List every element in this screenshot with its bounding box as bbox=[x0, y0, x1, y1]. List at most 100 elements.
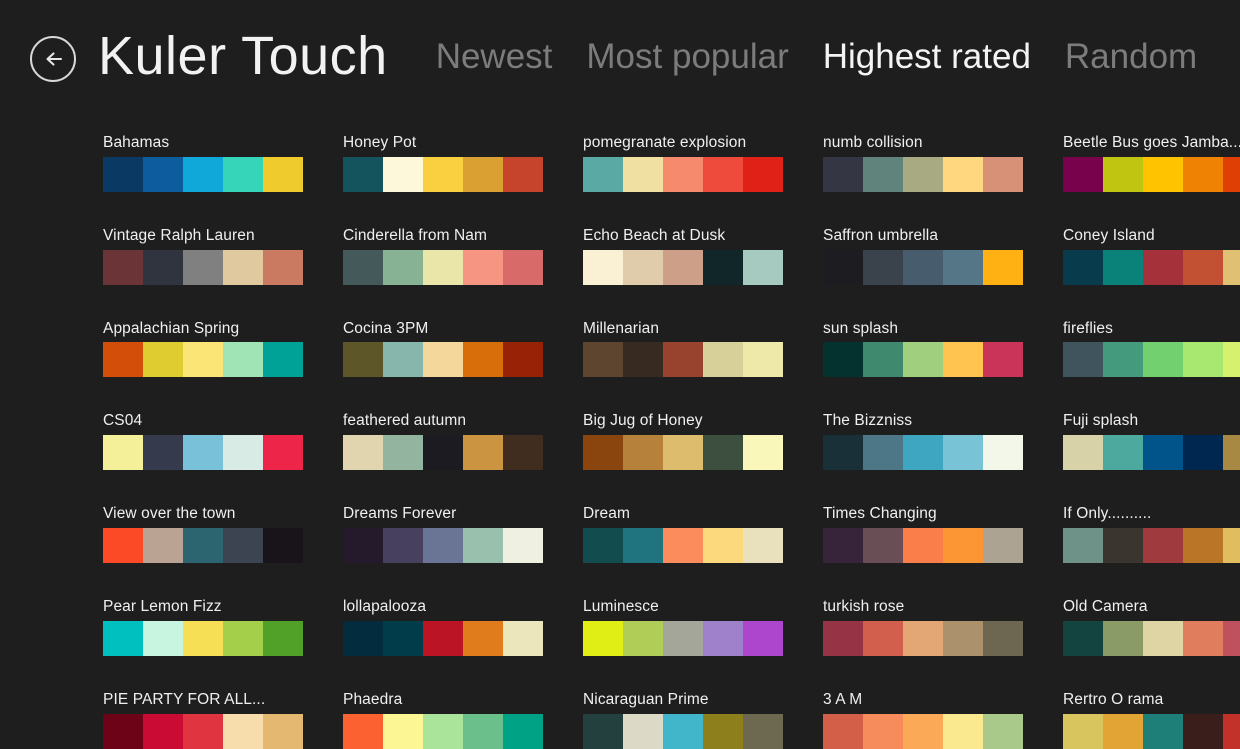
palette-swatch-strip[interactable] bbox=[1063, 156, 1240, 192]
color-swatch[interactable] bbox=[703, 249, 743, 285]
color-swatch[interactable] bbox=[343, 713, 383, 749]
color-swatch[interactable] bbox=[183, 249, 223, 285]
color-swatch[interactable] bbox=[623, 249, 663, 285]
palette-swatch-strip[interactable] bbox=[1063, 528, 1240, 564]
palette-swatch-strip[interactable] bbox=[583, 713, 783, 749]
palette-swatch-strip[interactable] bbox=[103, 713, 303, 749]
color-swatch[interactable] bbox=[223, 713, 263, 749]
color-swatch[interactable] bbox=[463, 342, 503, 378]
color-swatch[interactable] bbox=[743, 713, 783, 749]
color-swatch[interactable] bbox=[143, 620, 183, 656]
color-swatch[interactable] bbox=[383, 713, 423, 749]
color-swatch[interactable] bbox=[903, 620, 943, 656]
palette-swatch-strip[interactable] bbox=[103, 342, 303, 378]
color-swatch[interactable] bbox=[983, 249, 1023, 285]
color-swatch[interactable] bbox=[663, 342, 703, 378]
color-swatch[interactable] bbox=[863, 528, 903, 564]
color-swatch[interactable] bbox=[263, 713, 303, 749]
palette-card[interactable]: Saffron umbrella bbox=[823, 227, 1023, 285]
color-swatch[interactable] bbox=[343, 249, 383, 285]
color-swatch[interactable] bbox=[703, 528, 743, 564]
color-swatch[interactable] bbox=[623, 713, 663, 749]
palette-card[interactable]: Vintage Ralph Lauren bbox=[103, 227, 303, 285]
color-swatch[interactable] bbox=[1103, 620, 1143, 656]
color-swatch[interactable] bbox=[223, 435, 263, 471]
color-swatch[interactable] bbox=[223, 342, 263, 378]
color-swatch[interactable] bbox=[423, 156, 463, 192]
color-swatch[interactable] bbox=[1103, 713, 1143, 749]
color-swatch[interactable] bbox=[1143, 620, 1183, 656]
color-swatch[interactable] bbox=[903, 435, 943, 471]
color-swatch[interactable] bbox=[343, 156, 383, 192]
palette-swatch-strip[interactable] bbox=[583, 620, 783, 656]
palette-card[interactable]: Bahamas bbox=[103, 134, 303, 192]
color-swatch[interactable] bbox=[983, 620, 1023, 656]
palette-swatch-strip[interactable] bbox=[343, 156, 543, 192]
color-swatch[interactable] bbox=[183, 528, 223, 564]
palette-card[interactable]: pomegranate explosion bbox=[583, 134, 783, 192]
color-swatch[interactable] bbox=[663, 620, 703, 656]
color-swatch[interactable] bbox=[183, 342, 223, 378]
color-swatch[interactable] bbox=[1183, 249, 1223, 285]
palette-card[interactable]: Old Camera bbox=[1063, 598, 1240, 656]
color-swatch[interactable] bbox=[1143, 156, 1183, 192]
tab-random[interactable]: Random bbox=[1065, 39, 1197, 74]
palette-card[interactable]: Coney Island bbox=[1063, 227, 1240, 285]
color-swatch[interactable] bbox=[343, 342, 383, 378]
color-swatch[interactable] bbox=[583, 620, 623, 656]
color-swatch[interactable] bbox=[943, 342, 983, 378]
color-swatch[interactable] bbox=[1223, 528, 1240, 564]
color-swatch[interactable] bbox=[823, 156, 863, 192]
palette-swatch-strip[interactable] bbox=[823, 528, 1023, 564]
color-swatch[interactable] bbox=[383, 528, 423, 564]
color-swatch[interactable] bbox=[823, 528, 863, 564]
color-swatch[interactable] bbox=[423, 620, 463, 656]
color-swatch[interactable] bbox=[823, 435, 863, 471]
palette-card[interactable]: PIE PARTY FOR ALL... bbox=[103, 691, 303, 749]
color-swatch[interactable] bbox=[1063, 528, 1103, 564]
tab-newest[interactable]: Newest bbox=[436, 39, 553, 74]
color-swatch[interactable] bbox=[623, 342, 663, 378]
color-swatch[interactable] bbox=[1183, 435, 1223, 471]
palette-swatch-strip[interactable] bbox=[583, 435, 783, 471]
color-swatch[interactable] bbox=[1183, 156, 1223, 192]
color-swatch[interactable] bbox=[1183, 342, 1223, 378]
palette-card[interactable]: If Only.......... bbox=[1063, 505, 1240, 564]
back-button[interactable] bbox=[30, 36, 76, 82]
color-swatch[interactable] bbox=[263, 156, 303, 192]
palette-card[interactable]: Times Changing bbox=[823, 505, 1023, 564]
color-swatch[interactable] bbox=[423, 528, 463, 564]
color-swatch[interactable] bbox=[503, 249, 543, 285]
color-swatch[interactable] bbox=[743, 342, 783, 378]
color-swatch[interactable] bbox=[103, 528, 143, 564]
color-swatch[interactable] bbox=[143, 342, 183, 378]
palette-card[interactable]: View over the town bbox=[103, 505, 303, 564]
color-swatch[interactable] bbox=[103, 713, 143, 749]
palette-swatch-strip[interactable] bbox=[583, 156, 783, 192]
color-swatch[interactable] bbox=[1063, 713, 1103, 749]
color-swatch[interactable] bbox=[703, 156, 743, 192]
color-swatch[interactable] bbox=[463, 156, 503, 192]
palette-card[interactable]: Luminesce bbox=[583, 598, 783, 656]
palette-swatch-strip[interactable] bbox=[823, 435, 1023, 471]
color-swatch[interactable] bbox=[383, 435, 423, 471]
color-swatch[interactable] bbox=[983, 528, 1023, 564]
palette-swatch-strip[interactable] bbox=[583, 342, 783, 378]
color-swatch[interactable] bbox=[343, 435, 383, 471]
color-swatch[interactable] bbox=[823, 249, 863, 285]
color-swatch[interactable] bbox=[583, 528, 623, 564]
color-swatch[interactable] bbox=[703, 620, 743, 656]
color-swatch[interactable] bbox=[463, 435, 503, 471]
color-swatch[interactable] bbox=[663, 528, 703, 564]
palette-card[interactable]: Nicaraguan Prime bbox=[583, 691, 783, 749]
palette-card[interactable]: fireflies bbox=[1063, 320, 1240, 378]
color-swatch[interactable] bbox=[823, 342, 863, 378]
color-swatch[interactable] bbox=[423, 249, 463, 285]
color-swatch[interactable] bbox=[463, 620, 503, 656]
color-swatch[interactable] bbox=[423, 342, 463, 378]
color-swatch[interactable] bbox=[503, 528, 543, 564]
color-swatch[interactable] bbox=[263, 528, 303, 564]
color-swatch[interactable] bbox=[183, 713, 223, 749]
color-swatch[interactable] bbox=[1143, 713, 1183, 749]
palette-swatch-strip[interactable] bbox=[823, 156, 1023, 192]
